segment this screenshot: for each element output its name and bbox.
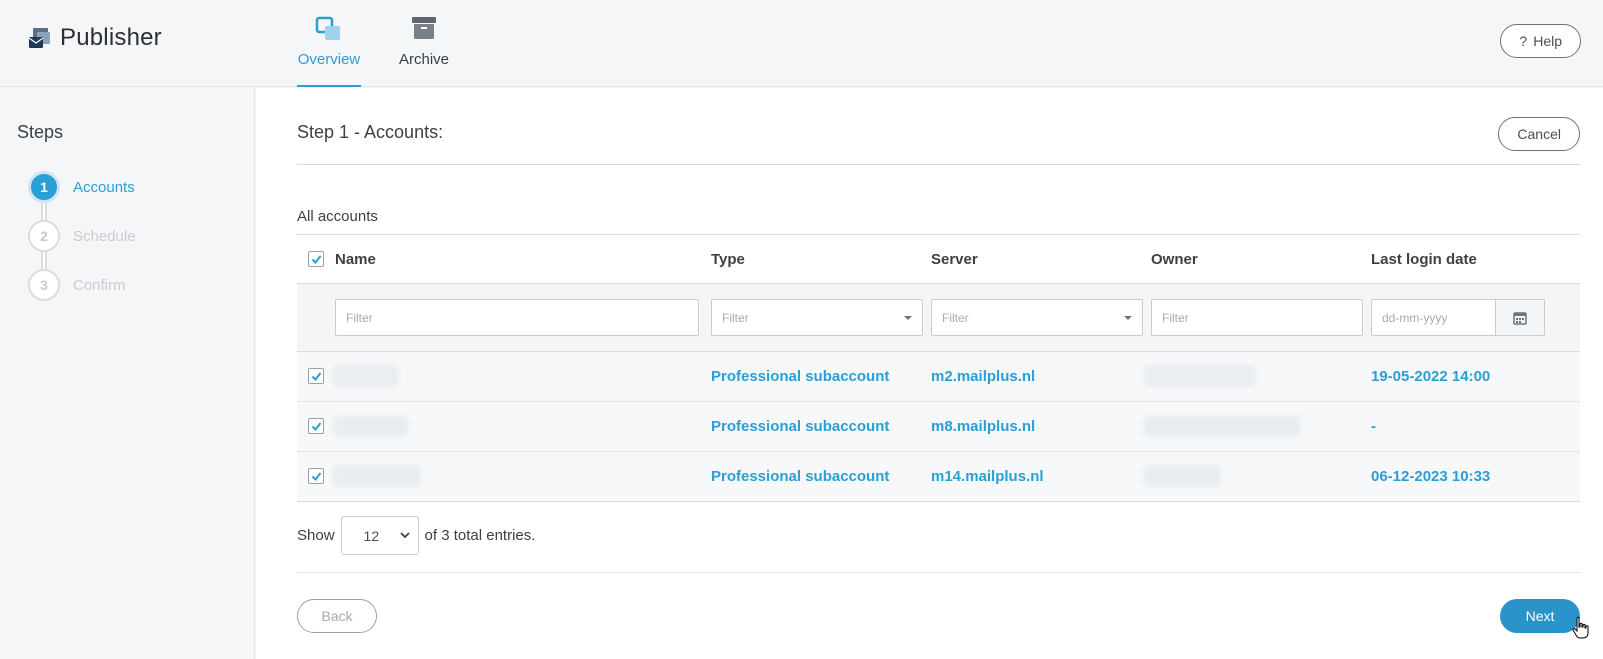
archive-icon [412,17,436,39]
step-connector [41,251,47,270]
question-icon: ? [1519,33,1528,49]
step-label: Accounts [73,178,135,196]
filter-placeholder: Filter [942,310,969,325]
cell-last-login[interactable]: 19-05-2022 14:00 [1371,368,1490,385]
step-title: Step 1 - Accounts: [297,122,444,142]
tab-overview[interactable]: Overview [297,10,361,87]
caret-down-icon [904,315,912,320]
cell-last-login[interactable]: - [1371,418,1376,435]
pagination: Show 12 of 3 total entries. [297,516,535,555]
steps-sidebar: Steps 1 Accounts 2 Schedule 3 Confirm [0,88,255,659]
step-accounts[interactable]: 1 Accounts [28,171,135,203]
date-filter-input[interactable]: dd-mm-yyyy [1371,299,1495,336]
redacted-name [333,415,409,437]
sidebar-title: Steps [17,122,64,142]
page-size-value: 12 [363,527,380,544]
cell-last-login[interactable]: 06-12-2023 10:33 [1371,468,1490,485]
step-number: 3 [28,269,60,301]
chevron-down-icon [399,532,410,539]
step-label: Schedule [73,227,136,245]
table-header: Name Type Server Owner Last login date [297,234,1580,284]
column-header-last-login[interactable]: Last login date [1371,251,1477,268]
next-button[interactable]: Next [1500,599,1580,633]
cell-type[interactable]: Professional subaccount [711,468,889,485]
filter-placeholder: dd-mm-yyyy [1382,310,1448,325]
filter-placeholder: Filter [722,310,749,325]
hand-cursor-icon [1572,616,1589,639]
step-number: 1 [28,171,60,203]
step-connector [41,202,47,221]
column-header-type[interactable]: Type [711,251,745,268]
section-title: All accounts [297,208,378,225]
redacted-name [333,465,421,487]
cell-type[interactable]: Professional subaccount [711,418,889,435]
overview-icon [315,16,340,40]
step-confirm: 3 Confirm [28,269,126,301]
help-button[interactable]: ? Help [1500,24,1581,58]
column-header-server[interactable]: Server [931,251,978,268]
row-checkbox[interactable] [308,368,324,384]
divider [297,164,1580,165]
cancel-button[interactable]: Cancel [1498,117,1580,151]
server-filter-select[interactable]: Filter [931,299,1143,336]
tab-archive-label: Archive [398,51,450,68]
row-checkbox[interactable] [308,468,324,484]
brand: Publisher [26,24,162,52]
select-all-checkbox[interactable] [308,251,324,267]
accounts-table: Name Type Server Owner Last login date F… [297,234,1580,502]
cell-server[interactable]: m14.mailplus.nl [931,468,1044,485]
filter-row: Filter Filter Filter Filter dd-mm-yyyy [297,284,1580,352]
filter-placeholder: Filter [1162,310,1189,325]
redacted-owner [1143,465,1221,487]
publisher-logo-icon [28,28,50,48]
check-icon [311,471,321,481]
row-checkbox[interactable] [308,418,324,434]
owner-filter-input[interactable]: Filter [1151,299,1363,336]
step-number: 2 [28,220,60,252]
table-row[interactable]: Professional subaccount m14.mailplus.nl … [297,452,1580,502]
redacted-owner [1143,415,1301,437]
type-filter-select[interactable]: Filter [711,299,923,336]
calendar-icon [1513,311,1527,325]
total-entries-text: of 3 total entries. [424,527,536,544]
name-filter-input[interactable]: Filter [335,299,699,336]
calendar-button[interactable] [1495,299,1545,336]
cell-type[interactable]: Professional subaccount [711,368,889,385]
tab-archive[interactable]: Archive [399,10,449,87]
show-label: Show [297,527,335,544]
redacted-name [333,365,399,387]
filter-placeholder: Filter [346,310,373,325]
date-filter: dd-mm-yyyy [1371,299,1545,336]
help-label: Help [1533,33,1562,49]
column-header-name[interactable]: Name [335,251,376,268]
step-schedule: 2 Schedule [28,220,136,252]
tab-overview-label: Overview [297,51,361,68]
app-title: Publisher [60,24,162,51]
check-icon [311,421,321,431]
divider [297,572,1580,573]
main-content: Step 1 - Accounts: Cancel All accounts N… [256,88,1603,659]
table-row[interactable]: Professional subaccount m8.mailplus.nl - [297,402,1580,452]
column-header-owner[interactable]: Owner [1151,251,1198,268]
cell-server[interactable]: m2.mailplus.nl [931,368,1035,385]
caret-down-icon [1124,315,1132,320]
back-button[interactable]: Back [297,599,377,633]
cell-server[interactable]: m8.mailplus.nl [931,418,1035,435]
page-size-select[interactable]: 12 [340,516,419,555]
redacted-owner [1143,365,1257,387]
table-row[interactable]: Professional subaccount m2.mailplus.nl 1… [297,352,1580,402]
check-icon [311,371,321,381]
check-icon [311,254,321,264]
top-header: Publisher Overview Archive ? Help [0,0,1603,87]
step-label: Confirm [73,276,126,294]
